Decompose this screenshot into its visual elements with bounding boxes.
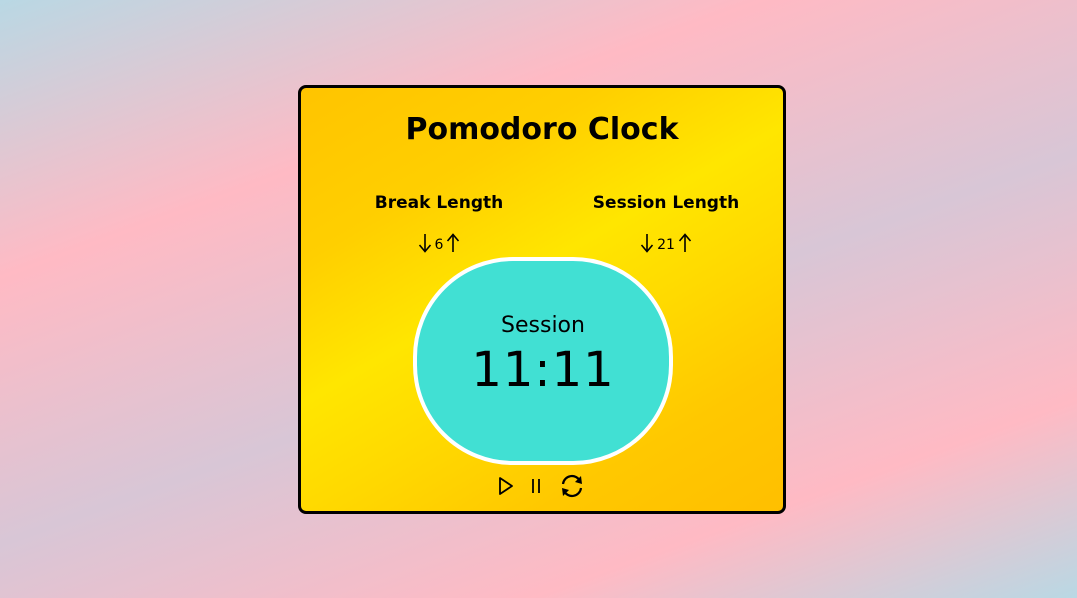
timer-time: 11:11: [471, 342, 615, 398]
timer-controls: [301, 471, 783, 501]
break-length-value: 6: [434, 236, 444, 253]
session-length-control: Session Length 21: [566, 191, 766, 255]
app-title: Pomodoro Clock: [405, 112, 679, 147]
session-increment-arrow-up-icon[interactable]: [678, 232, 692, 254]
pause-icon[interactable]: [529, 476, 543, 496]
break-length-control: Break Length 6: [339, 191, 539, 255]
break-increment-arrow-up-icon[interactable]: [446, 232, 460, 254]
break-decrement-arrow-down-icon[interactable]: [418, 232, 432, 254]
play-icon[interactable]: [497, 476, 515, 496]
timer-display: Session 11:11: [413, 257, 673, 465]
session-length-label: Session Length: [592, 193, 740, 213]
session-length-value: 21: [657, 236, 675, 253]
session-stepper: 21: [566, 231, 766, 255]
session-decrement-arrow-down-icon[interactable]: [640, 232, 654, 254]
timer-label: Session: [501, 313, 585, 338]
pomodoro-card: Pomodoro Clock Break Length 6 Session Le…: [298, 85, 786, 514]
break-length-label: Break Length: [374, 193, 504, 213]
refresh-icon[interactable]: [557, 473, 587, 499]
break-stepper: 6: [339, 231, 539, 255]
